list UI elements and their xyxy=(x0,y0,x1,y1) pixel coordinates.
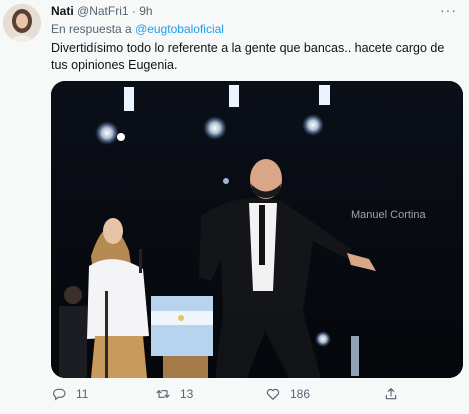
reply-prefix: En respuesta a xyxy=(51,22,132,36)
reply-mention[interactable]: @eugtobaloficial xyxy=(135,22,224,36)
tweet-time[interactable]: 9h xyxy=(139,4,152,18)
photo-watermark: Manuel Cortina xyxy=(351,209,426,221)
like-icon xyxy=(266,388,280,400)
like-button[interactable]: 186 xyxy=(265,386,310,402)
like-count: 186 xyxy=(290,387,311,401)
stage-photo: Manuel Cortina xyxy=(51,81,463,378)
author-handle[interactable]: @NatFri1 xyxy=(77,4,129,18)
avatar[interactable] xyxy=(3,4,41,42)
share-icon xyxy=(385,388,397,400)
tweet-text: Divertidísimo todo lo referente a la gen… xyxy=(51,41,445,72)
tweet-header: Nati @NatFri1 · 9h xyxy=(51,4,153,18)
reply-count: 11 xyxy=(76,387,89,401)
share-button[interactable] xyxy=(383,386,408,402)
tweet-card[interactable]: Nati @NatFri1 · 9h ··· En respuesta a @e… xyxy=(0,0,469,414)
tweet-photo[interactable]: Manuel Cortina xyxy=(51,81,463,378)
action-bar: 11 13 186 xyxy=(51,386,461,406)
reply-button[interactable]: 11 xyxy=(51,386,88,402)
retweet-button[interactable]: 13 xyxy=(155,386,193,402)
author-name[interactable]: Nati xyxy=(51,4,74,18)
retweet-icon xyxy=(156,390,170,398)
reply-context: En respuesta a @eugtobaloficial xyxy=(51,22,224,36)
separator: · xyxy=(131,4,136,18)
retweet-count: 13 xyxy=(180,387,194,401)
reply-icon xyxy=(53,388,66,401)
more-icon[interactable]: ··· xyxy=(440,2,457,18)
